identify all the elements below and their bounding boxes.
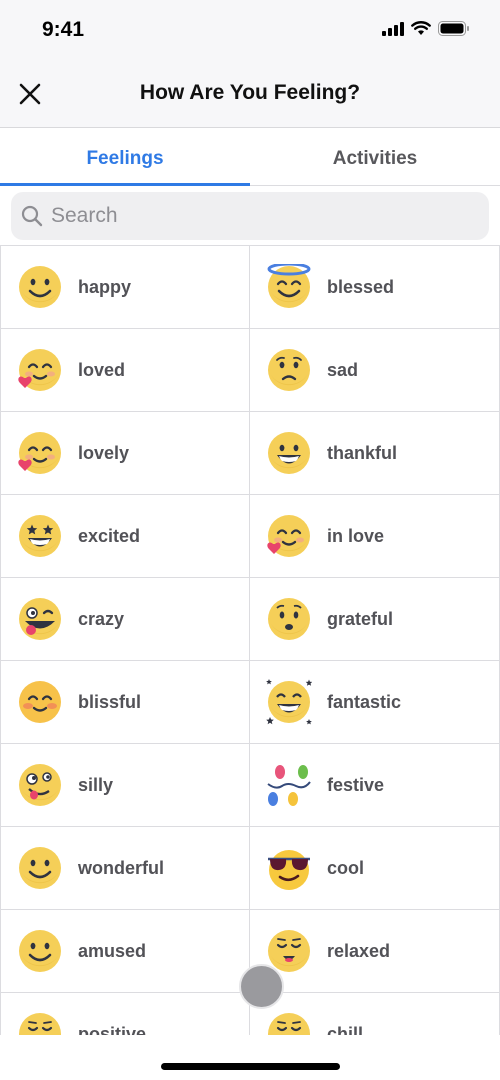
- feeling-item-blissful[interactable]: blissful: [0, 661, 250, 744]
- feeling-item-excited[interactable]: excited: [0, 495, 250, 578]
- cellular-signal-icon: [382, 21, 404, 36]
- feeling-item-cool[interactable]: cool: [250, 827, 500, 910]
- feeling-item-chill[interactable]: chill: [250, 993, 500, 1035]
- tab-feelings[interactable]: Feelings: [0, 129, 250, 186]
- feeling-label: positive: [78, 1023, 147, 1036]
- status-bar: 9:41: [0, 0, 500, 62]
- feeling-label: thankful: [327, 442, 397, 463]
- home-indicator[interactable]: [161, 1063, 340, 1070]
- feeling-label: blessed: [327, 276, 395, 297]
- feeling-label: loved: [78, 359, 126, 380]
- grinning-face-with-stars-icon: [266, 679, 313, 725]
- battery-icon: [438, 21, 469, 36]
- grinning-face-icon: [266, 430, 312, 476]
- relieved-face-icon: [17, 1011, 63, 1035]
- status-time: 9:41: [42, 18, 85, 41]
- feeling-label: happy: [78, 276, 132, 297]
- blushing-face-icon: [17, 679, 63, 725]
- feeling-item-thankful[interactable]: thankful: [250, 412, 500, 495]
- smiling-face-icon: [17, 845, 63, 891]
- relieved-face-icon: [266, 1011, 312, 1035]
- feeling-item-sad[interactable]: sad: [250, 329, 500, 412]
- smiling-face-with-heart-icon: [17, 430, 63, 476]
- feeling-item-blessed[interactable]: blessed: [250, 246, 500, 329]
- status-icons: [382, 21, 470, 36]
- feeling-item-lovely[interactable]: lovely: [0, 412, 250, 495]
- sunglasses-face-icon: [266, 845, 312, 891]
- feeling-label: lovely: [78, 442, 130, 463]
- wifi-icon: [411, 21, 431, 35]
- feelings-grid: happy blessed loved sad lovely thankful excite…: [0, 245, 500, 1035]
- smiling-face-icon: [17, 928, 63, 974]
- feeling-label: cool: [327, 857, 365, 878]
- smiling-face-with-halo-icon: [266, 262, 312, 310]
- feeling-label: amused: [78, 940, 147, 961]
- feeling-item-wonderful[interactable]: wonderful: [0, 827, 250, 910]
- goofy-face-icon: [17, 762, 63, 808]
- tab-bar: Feelings Activities: [0, 129, 500, 186]
- feeling-label: blissful: [78, 691, 142, 712]
- feeling-item-relaxed[interactable]: relaxed: [250, 910, 500, 993]
- feeling-label: festive: [327, 774, 385, 795]
- smiling-face-with-heart-icon: [17, 347, 63, 393]
- page-title: How Are You Feeling?: [139, 81, 361, 104]
- feeling-item-grateful[interactable]: grateful: [250, 578, 500, 661]
- feeling-label: sad: [327, 359, 359, 380]
- feeling-label: fantastic: [327, 691, 402, 712]
- smiling-face-with-heart-icon: [266, 513, 312, 559]
- search-input[interactable]: [51, 204, 451, 228]
- zany-face-icon: [17, 596, 63, 642]
- feeling-item-in-love[interactable]: in love: [250, 495, 500, 578]
- feeling-item-crazy[interactable]: crazy: [0, 578, 250, 661]
- smiling-face-icon: [17, 264, 63, 310]
- feeling-label: grateful: [327, 608, 394, 629]
- star-struck-face-icon: [17, 513, 63, 559]
- feeling-item-loved[interactable]: loved: [0, 329, 250, 412]
- feeling-label: excited: [78, 525, 141, 546]
- feeling-item-fantastic[interactable]: fantastic: [250, 661, 500, 744]
- feeling-item-positive[interactable]: positive: [0, 993, 250, 1035]
- search-bar[interactable]: [11, 192, 489, 240]
- feeling-label: relaxed: [327, 940, 391, 961]
- feeling-item-amused[interactable]: amused: [0, 910, 250, 993]
- hopeful-face-icon: [266, 596, 312, 642]
- string-lights-icon: [266, 762, 312, 808]
- nav-bar: How Are You Feeling?: [0, 62, 500, 128]
- home-area: [0, 1035, 500, 1080]
- sad-face-icon: [266, 347, 312, 393]
- feeling-label: chill: [327, 1023, 364, 1036]
- feeling-label: crazy: [78, 608, 125, 629]
- tab-activities[interactable]: Activities: [250, 129, 500, 185]
- feeling-label: in love: [327, 525, 385, 546]
- scroll-indicator[interactable]: [239, 964, 284, 1009]
- feeling-label: silly: [78, 774, 114, 795]
- feeling-item-happy[interactable]: happy: [0, 246, 250, 329]
- search-icon: [21, 205, 43, 227]
- feeling-item-festive[interactable]: festive: [250, 744, 500, 827]
- feeling-item-silly[interactable]: silly: [0, 744, 250, 827]
- feeling-label: wonderful: [78, 857, 164, 878]
